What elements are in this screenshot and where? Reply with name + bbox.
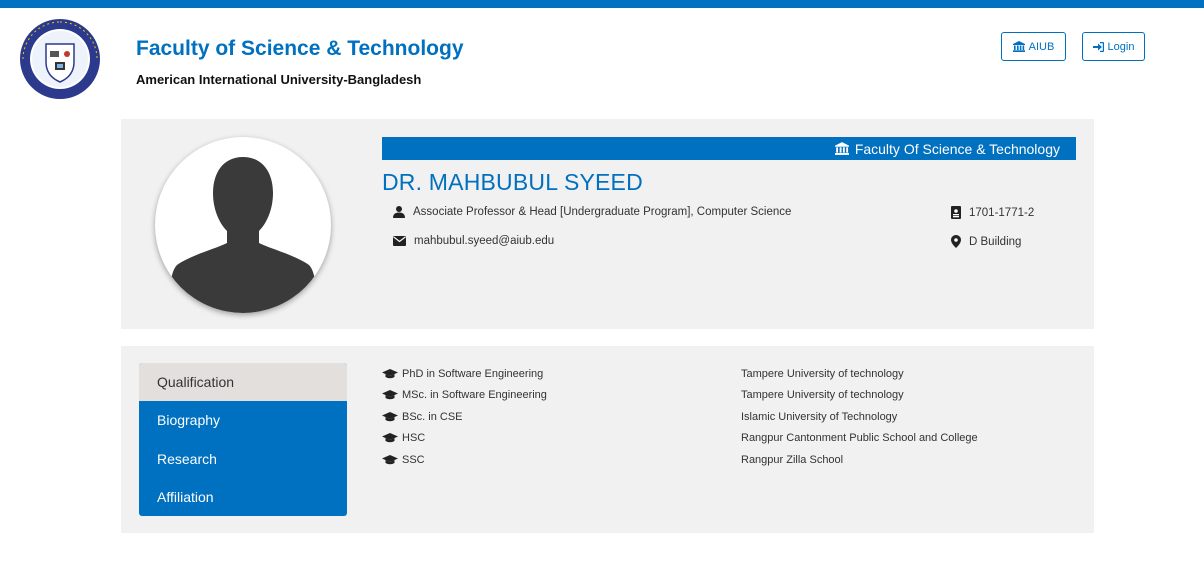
aiub-button-label: AIUB [1028,40,1055,53]
building-text: D Building [969,235,1022,248]
tab-affiliation[interactable]: Affiliation [139,478,347,516]
list-item: PhD in Software Engineering [382,363,547,385]
user-icon [393,206,405,218]
university-icon [834,142,849,155]
person-silhouette-icon [169,157,317,313]
tab-qualification[interactable]: Qualification [139,363,347,402]
faculty-name: DR. MAHBUBUL SYEED [382,169,643,195]
list-item: HSC [382,428,547,450]
institution-text: Rangpur Cantonment Public School and Col… [741,432,978,445]
degree-text: HSC [402,432,426,445]
list-item: BSc. in CSE [382,406,547,428]
email-text[interactable]: mahbubul.syeed@aiub.edu [414,235,554,247]
institution-text: Tampere University of technology [741,389,904,402]
site-header: Faculty of Science & Technology American… [0,8,1204,118]
page-title: Faculty of Science & Technology [136,37,464,60]
institution-list: Tampere University of technology Tampere… [741,363,978,471]
university-logo[interactable] [19,18,101,100]
faculty-banner-label: Faculty Of Science & Technology [854,140,1060,157]
envelope-icon [393,236,406,246]
qualification-list: PhD in Software Engineering MSc. in Soft… [382,363,547,471]
degree-text: SSC [402,453,425,466]
login-button-label: Login [1107,40,1135,53]
profile-tabs: Qualification Biography Research Affilia… [139,363,347,516]
building: D Building [951,235,1021,248]
sign-in-icon [1092,41,1104,52]
page-subtitle: American International University-Bangla… [136,72,422,87]
graduation-cap-icon [382,411,398,421]
aiub-button[interactable]: AIUB [1001,32,1066,61]
institution-text: Rangpur Zilla School [741,453,844,466]
institution-text: Tampere University of technology [741,367,904,380]
designation-text: Associate Professor & Head [Undergraduat… [413,206,792,218]
degree-text: PhD in Software Engineering [402,367,544,380]
graduation-cap-icon [382,433,398,443]
top-accent-bar [0,0,1204,8]
profile-avatar [155,137,331,313]
graduation-cap-icon [382,454,398,464]
faculty-banner: Faculty Of Science & Technology [382,137,1076,160]
university-icon [1012,41,1025,52]
room-number-text: 1701-1771-2 [969,206,1035,219]
login-button[interactable]: Login [1082,32,1145,61]
email: mahbubul.syeed@aiub.edu [393,235,554,247]
degree-text: BSc. in CSE [402,410,463,423]
list-item: MSc. in Software Engineering [382,385,547,407]
institution-text: Islamic University of Technology [741,410,898,423]
degree-text: MSc. in Software Engineering [402,389,547,402]
graduation-cap-icon [382,368,398,378]
graduation-cap-icon [382,390,398,400]
map-marker-icon [951,235,961,248]
room-number: 1701-1771-2 [951,206,1034,219]
tab-biography[interactable]: Biography [139,401,347,439]
designation: Associate Professor & Head [Undergraduat… [393,206,791,218]
id-badge-icon [951,206,961,219]
tab-research[interactable]: Research [139,440,347,478]
list-item: SSC [382,449,547,471]
